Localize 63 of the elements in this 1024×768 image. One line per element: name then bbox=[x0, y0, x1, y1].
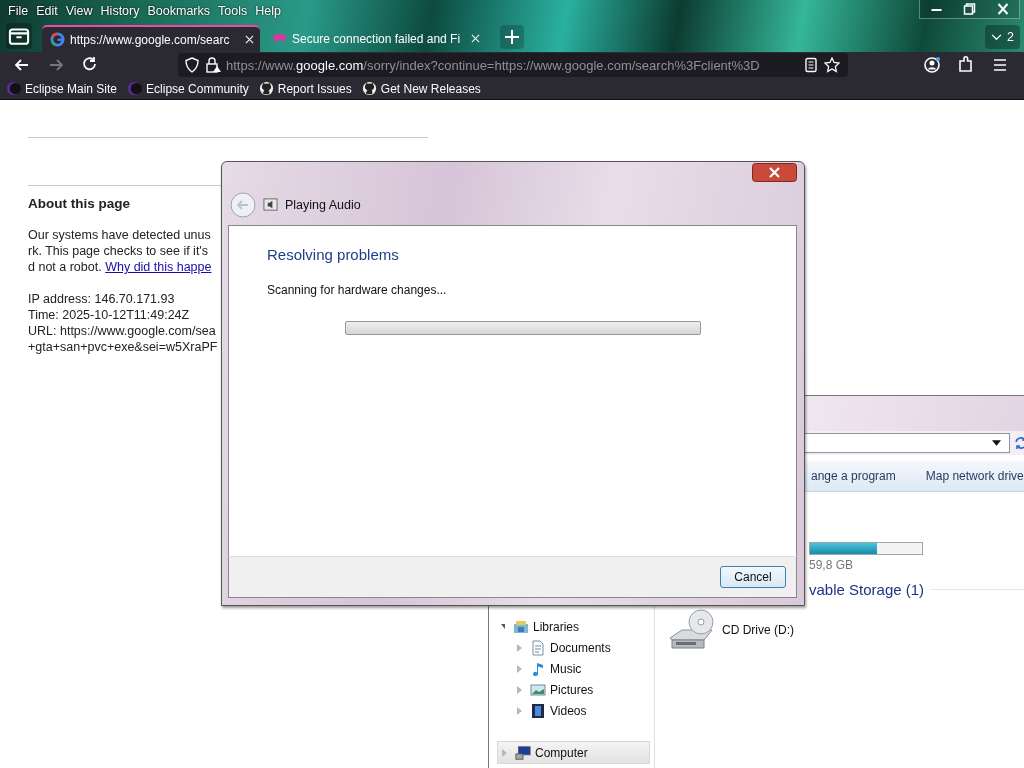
crescent-icon bbox=[127, 81, 143, 96]
menu-item[interactable]: Edit bbox=[32, 3, 62, 18]
bookmark-item[interactable]: Get New Releases bbox=[361, 81, 481, 96]
github-icon bbox=[258, 81, 274, 96]
dialog-heading: Resolving problems bbox=[267, 246, 400, 263]
menu-item[interactable]: Bookmarks bbox=[143, 3, 214, 18]
music-note-icon bbox=[530, 660, 546, 677]
menu-item[interactable]: File bbox=[4, 3, 33, 18]
drive-size-label: 59,8 GB bbox=[809, 558, 855, 572]
picture-icon bbox=[530, 681, 546, 698]
nav-item[interactable]: Documents bbox=[497, 637, 654, 658]
page-paragraph: Our systems have detected unus rk. This page checks to see if it's d not a robot. Why did this happe bbox=[28, 227, 212, 275]
google-logo-icon bbox=[50, 32, 65, 47]
cancel-button[interactable]: Cancel bbox=[720, 566, 786, 588]
new-tab-icon[interactable] bbox=[500, 25, 524, 49]
github-icon bbox=[361, 81, 377, 96]
toolbar-command[interactable]: ange a program bbox=[811, 469, 896, 483]
close-icon[interactable] bbox=[245, 35, 254, 44]
tab-list-button[interactable]: 2 bbox=[985, 25, 1020, 49]
account-icon[interactable] bbox=[922, 55, 942, 75]
nav-item[interactable]: Libraries bbox=[497, 616, 654, 637]
chevron-down-icon bbox=[991, 33, 1003, 41]
close-icon[interactable] bbox=[471, 34, 480, 43]
bookmark-item[interactable]: Eclipse Main Site bbox=[6, 81, 118, 96]
nav-item[interactable]: Computer bbox=[497, 741, 650, 764]
menu-item[interactable]: Tools bbox=[214, 3, 252, 18]
crescent-icon bbox=[6, 81, 21, 96]
speaker-icon bbox=[263, 197, 278, 212]
browser-tab[interactable]: Secure connection failed and Fi bbox=[264, 25, 486, 52]
browser-tab[interactable]: https://www.google.com/searc bbox=[42, 25, 260, 52]
page-heading: About this page bbox=[28, 196, 130, 211]
toolbar-command[interactable]: Map network drive bbox=[925, 469, 1024, 483]
library-icon bbox=[513, 618, 529, 635]
why-link[interactable]: Why did this happe bbox=[105, 260, 212, 274]
film-icon bbox=[530, 702, 546, 719]
nav-item[interactable]: Pictures bbox=[497, 679, 654, 700]
lock-warning-icon bbox=[205, 57, 221, 73]
menu-item[interactable]: History bbox=[96, 3, 144, 18]
address-bar[interactable]: https://www.google.com/sorry/index?continue=https://www.google.com/search%3Fclient%3D bbox=[178, 53, 848, 77]
dropdown-arrow-icon[interactable] bbox=[992, 440, 1001, 446]
close-button[interactable] bbox=[752, 163, 797, 182]
detail-line: +gta+san+pvc+exe&sei=w5XraPF bbox=[28, 339, 218, 355]
drive-label[interactable]: CD Drive (D:) bbox=[722, 623, 794, 637]
section-header: vable Storage (1) bbox=[809, 581, 925, 598]
dialog-title: Playing Audio bbox=[285, 197, 361, 212]
nav-item[interactable]: Music bbox=[497, 658, 654, 679]
reader-view-icon[interactable] bbox=[803, 57, 819, 73]
computer-icon bbox=[515, 744, 531, 761]
status-text: Scanning for hardware changes... bbox=[267, 283, 448, 297]
bookmark-item[interactable]: Report Issues bbox=[258, 81, 352, 96]
document-icon bbox=[530, 639, 546, 656]
shield-icon bbox=[184, 57, 200, 73]
menu-item[interactable]: Help bbox=[251, 3, 285, 18]
tab-overview-icon[interactable] bbox=[6, 23, 32, 49]
detail-line: IP address: 146.70.171.93 bbox=[28, 291, 175, 307]
nav-item[interactable]: Videos bbox=[497, 700, 654, 721]
detail-line: Time: 2025-10-12T11:49:24Z bbox=[28, 307, 190, 323]
menu-item[interactable]: View bbox=[61, 3, 97, 18]
star-icon[interactable] bbox=[824, 57, 840, 73]
bookmark-item[interactable]: Eclipse Community bbox=[127, 81, 249, 96]
cd-drive-icon[interactable] bbox=[668, 608, 716, 652]
refresh-icon[interactable] bbox=[1014, 436, 1024, 450]
detail-line: URL: https://www.google.com/sea bbox=[28, 323, 216, 339]
